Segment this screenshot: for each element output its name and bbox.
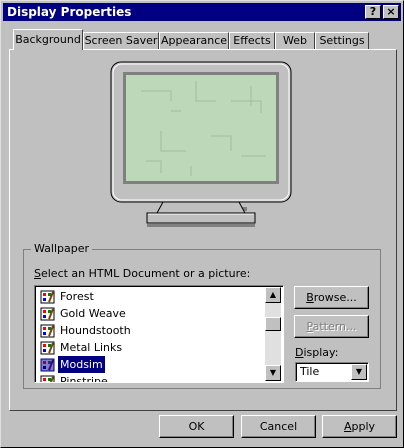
scroll-thumb[interactable]: [265, 317, 281, 331]
apply-text: pply: [351, 420, 376, 433]
ok-label: OK: [188, 420, 205, 433]
tab-background[interactable]: Background: [13, 29, 83, 50]
chevron-down-icon[interactable]: ▼: [351, 364, 367, 380]
list-item-label: Modsim: [58, 356, 105, 373]
list-scrollbar[interactable]: ▲ ▼: [265, 287, 281, 381]
list-item-label: Forest: [60, 290, 94, 303]
apply-button[interactable]: Apply: [322, 415, 397, 438]
browse-accel: B: [306, 291, 314, 304]
monitor-neck: [156, 201, 246, 214]
pattern-text: attern...: [312, 320, 357, 333]
paint-bitmap-icon: [40, 358, 55, 372]
cancel-label: Cancel: [259, 420, 298, 433]
display-select[interactable]: Tile ▼: [295, 362, 369, 382]
tab-appearance-label: Appearance: [160, 34, 228, 47]
browse-button[interactable]: Browse...: [294, 286, 369, 309]
wallpaper-list[interactable]: Forest Gold Weave Houndstooth Metal Link…: [34, 285, 284, 383]
pattern-button[interactable]: Pattern...: [294, 315, 369, 338]
ok-button[interactable]: OK: [159, 415, 234, 438]
tab-screen-saver-label: Screen Saver: [84, 34, 158, 47]
tab-appearance[interactable]: Appearance: [159, 32, 229, 50]
tab-effects[interactable]: Effects: [229, 32, 275, 50]
browse-text: rowse...: [313, 291, 357, 304]
list-item-label: Pinstripe: [60, 375, 108, 383]
tab-effects-label: Effects: [233, 34, 271, 47]
close-button[interactable]: ×: [383, 5, 399, 19]
tab-background-label: Background: [15, 33, 81, 46]
display-value: Tile: [300, 365, 320, 378]
list-item-selected[interactable]: Modsim: [38, 356, 266, 373]
display-properties-window: Display Properties ? × Background Screen…: [0, 0, 404, 448]
scroll-down-icon[interactable]: ▼: [265, 365, 281, 381]
paint-bitmap-icon: [40, 375, 55, 382]
wallpaper-prompt-text: elect an HTML Document or a picture:: [40, 267, 251, 280]
active-tab-join: [14, 48, 82, 51]
tab-web-label: Web: [283, 34, 307, 47]
tab-settings-label: Settings: [319, 34, 365, 47]
paint-bitmap-icon: [40, 324, 55, 338]
list-item[interactable]: Metal Links: [38, 339, 266, 356]
title-bar[interactable]: Display Properties ? ×: [3, 3, 401, 21]
monitor-preview: [110, 61, 292, 227]
wallpaper-prompt: Select an HTML Document or a picture:: [34, 267, 250, 280]
list-item-label: Gold Weave: [60, 307, 126, 320]
list-item-label: Houndstooth: [60, 324, 131, 337]
list-item[interactable]: Forest: [38, 288, 266, 305]
list-item-label: Metal Links: [60, 341, 123, 354]
help-button[interactable]: ?: [365, 5, 381, 19]
tab-web[interactable]: Web: [275, 32, 315, 50]
cancel-button[interactable]: Cancel: [241, 415, 316, 438]
apply-accel: A: [343, 420, 352, 433]
list-item[interactable]: Houndstooth: [38, 322, 266, 339]
scroll-up-icon[interactable]: ▲: [265, 287, 281, 303]
tab-screen-saver[interactable]: Screen Saver: [83, 32, 159, 50]
display-text: isplay:: [303, 346, 339, 359]
paint-bitmap-icon: [40, 290, 55, 304]
paint-bitmap-icon: [40, 341, 55, 355]
display-label: Display:: [295, 346, 338, 359]
list-item[interactable]: Pinstripe: [38, 373, 266, 383]
tab-settings[interactable]: Settings: [315, 32, 369, 50]
list-item[interactable]: Gold Weave: [38, 305, 266, 322]
wallpaper-group-label: Wallpaper: [31, 242, 93, 255]
window-title: Display Properties: [7, 5, 132, 19]
paint-bitmap-icon: [40, 307, 55, 321]
wallpaper-prompt-accel: S: [34, 267, 41, 280]
